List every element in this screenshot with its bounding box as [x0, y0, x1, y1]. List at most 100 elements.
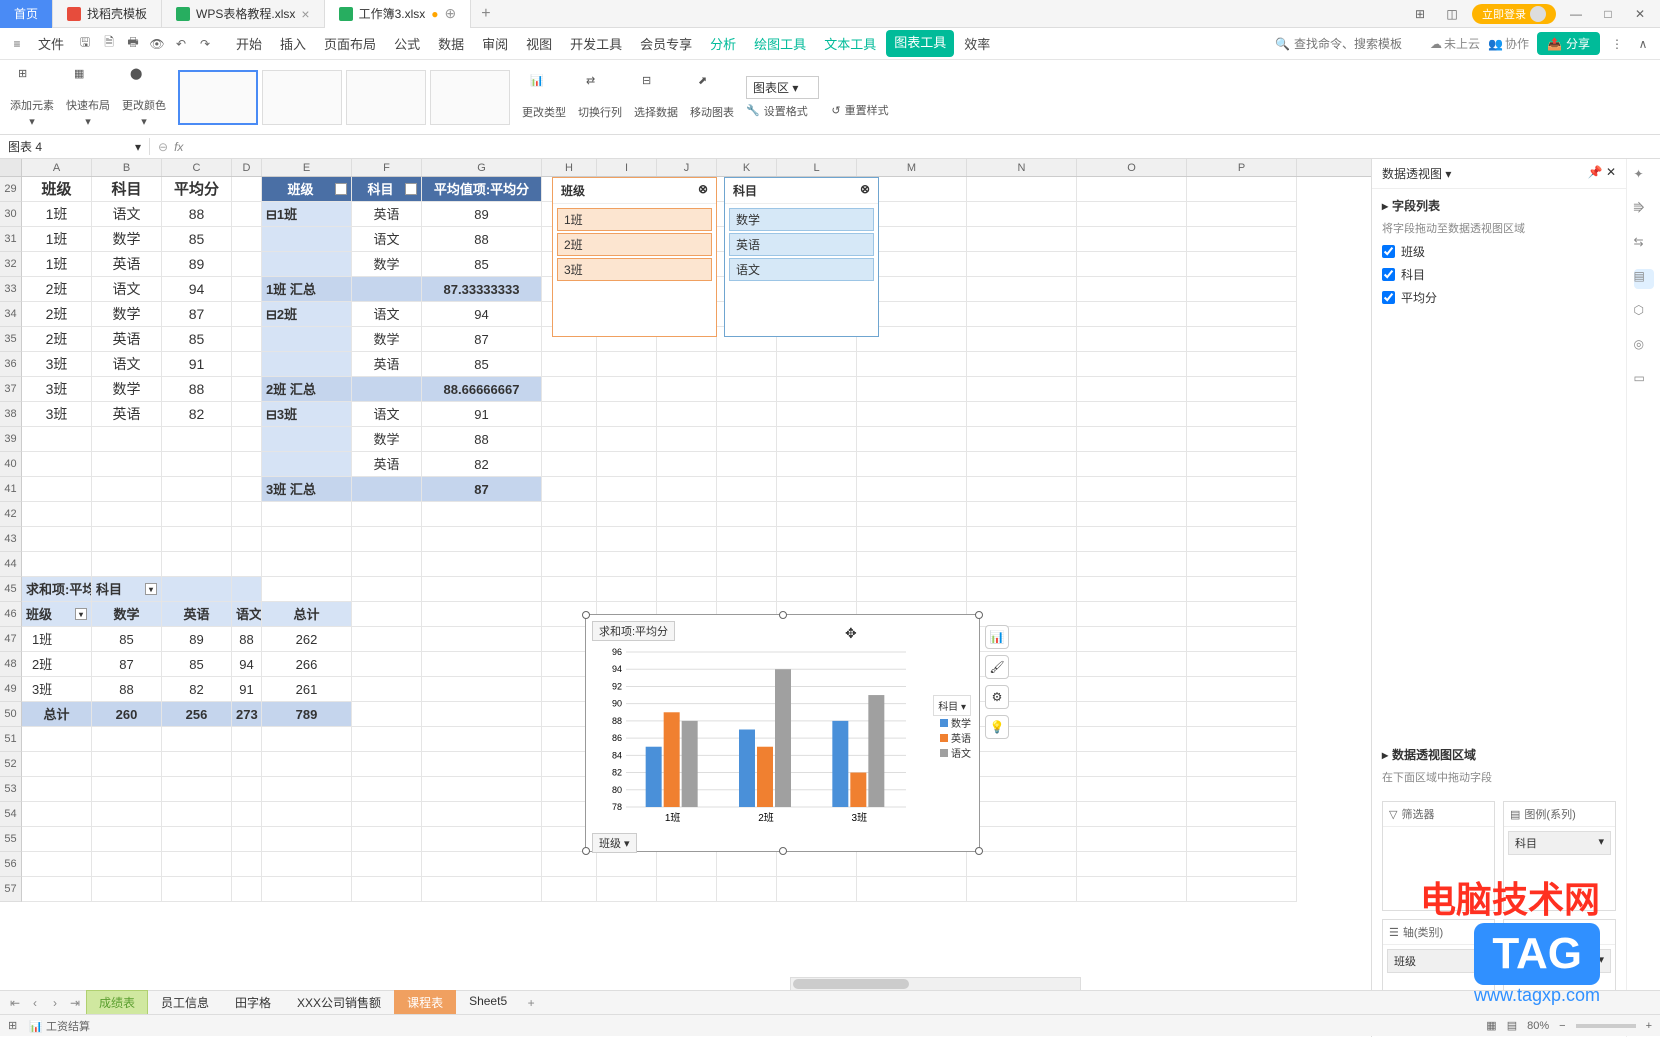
cell[interactable] [967, 677, 1077, 702]
cell[interactable] [92, 727, 162, 752]
rail-icon[interactable]: ✦ [1634, 167, 1654, 187]
cell[interactable]: 数学 [352, 252, 422, 277]
cell[interactable] [352, 552, 422, 577]
clear-filter-icon[interactable]: ⊗ [698, 182, 708, 199]
col-header[interactable]: P [1187, 159, 1297, 176]
cell[interactable]: 班级▾ [22, 602, 92, 627]
quick-layout-button[interactable]: ▦快速布局▾ [66, 67, 110, 128]
chevron-down-icon[interactable]: ▾ [135, 140, 141, 154]
cell[interactable] [92, 452, 162, 477]
cell[interactable] [422, 502, 542, 527]
cell[interactable] [967, 527, 1077, 552]
row-header[interactable]: 52 [0, 752, 22, 777]
cell[interactable] [352, 852, 422, 877]
cell[interactable] [92, 827, 162, 852]
cell[interactable]: 3班 [22, 402, 92, 427]
grid-icon[interactable]: ⊞ [1408, 2, 1432, 26]
col-header[interactable]: M [857, 159, 967, 176]
chart-legend-field[interactable]: 科目 ▾ [933, 695, 971, 716]
cell[interactable] [232, 377, 262, 402]
cell[interactable] [352, 727, 422, 752]
cell[interactable] [22, 852, 92, 877]
cell[interactable]: 94 [422, 302, 542, 327]
chart-ideas-button[interactable]: 💡 [985, 715, 1009, 739]
cell[interactable] [262, 552, 352, 577]
cell[interactable] [857, 427, 967, 452]
cell[interactable] [1187, 727, 1297, 752]
cell[interactable] [352, 502, 422, 527]
row-header[interactable]: 48 [0, 652, 22, 677]
cell[interactable] [542, 502, 597, 527]
first-sheet-icon[interactable]: ⇤ [6, 994, 24, 1012]
cell[interactable] [22, 502, 92, 527]
cell[interactable] [232, 527, 262, 552]
cell[interactable] [162, 877, 232, 902]
field-item[interactable]: 科目 [1382, 263, 1616, 286]
cell[interactable] [1187, 352, 1297, 377]
cell[interactable] [1077, 652, 1187, 677]
cell[interactable] [1077, 827, 1187, 852]
cell[interactable]: 语文 [232, 602, 262, 627]
cell[interactable]: 平均分 [162, 177, 232, 202]
cell[interactable] [422, 802, 542, 827]
cell[interactable] [22, 527, 92, 552]
cell[interactable] [777, 552, 857, 577]
cell[interactable]: ⊟3班 [262, 402, 352, 427]
cell[interactable] [657, 552, 717, 577]
row-header[interactable]: 41 [0, 477, 22, 502]
col-header[interactable]: I [597, 159, 657, 176]
row-header[interactable]: 53 [0, 777, 22, 802]
cell[interactable] [717, 377, 777, 402]
cell[interactable]: 85 [162, 327, 232, 352]
cell[interactable]: 英语 [352, 352, 422, 377]
cell[interactable] [232, 427, 262, 452]
cell[interactable]: 85 [162, 652, 232, 677]
cell[interactable] [1077, 452, 1187, 477]
cell[interactable] [967, 877, 1077, 902]
cell[interactable] [542, 552, 597, 577]
view-page-icon[interactable]: ▤ [1507, 1019, 1517, 1032]
cell[interactable]: 平均值项:平均分 [422, 177, 542, 202]
cell[interactable] [542, 377, 597, 402]
cell[interactable] [542, 877, 597, 902]
cell[interactable] [967, 702, 1077, 727]
collab-button[interactable]: 👥 协作 [1488, 35, 1529, 52]
cell[interactable]: 789 [262, 702, 352, 727]
cell[interactable] [162, 427, 232, 452]
col-header[interactable]: A [22, 159, 92, 176]
style-thumb[interactable] [178, 70, 258, 125]
close-pane-icon[interactable]: ✕ [1606, 165, 1616, 179]
field-checkbox[interactable] [1382, 245, 1395, 258]
cell[interactable] [1077, 177, 1187, 202]
cell[interactable] [232, 877, 262, 902]
sheet-tab[interactable]: 田字格 [222, 990, 284, 1015]
col-header[interactable]: J [657, 159, 717, 176]
cell[interactable] [352, 577, 422, 602]
cell[interactable] [1077, 252, 1187, 277]
row-header[interactable]: 39 [0, 427, 22, 452]
menu-分析[interactable]: 分析 [702, 30, 744, 57]
cell[interactable]: 89 [422, 202, 542, 227]
cell[interactable]: 82 [422, 452, 542, 477]
cell[interactable] [1187, 427, 1297, 452]
cell[interactable] [967, 577, 1077, 602]
cell[interactable] [352, 477, 422, 502]
cell[interactable] [1187, 802, 1297, 827]
slicer-subject[interactable]: 科目⊗ 数学英语语文 [724, 177, 879, 337]
row-header[interactable]: 30 [0, 202, 22, 227]
cell[interactable] [597, 477, 657, 502]
cell[interactable] [1187, 277, 1297, 302]
cell[interactable] [162, 802, 232, 827]
cell[interactable]: 82 [162, 677, 232, 702]
share-button[interactable]: 📤 分享 [1537, 32, 1600, 55]
cell[interactable] [92, 777, 162, 802]
cell[interactable]: 1班 [22, 627, 92, 652]
cell[interactable] [657, 402, 717, 427]
cell[interactable]: 1班 [22, 202, 92, 227]
cell[interactable] [232, 802, 262, 827]
redo-icon[interactable]: ↷ [196, 35, 214, 53]
cell[interactable] [597, 502, 657, 527]
cell[interactable] [92, 852, 162, 877]
save-as-icon[interactable]: 🗎 [100, 35, 118, 53]
cell[interactable] [22, 752, 92, 777]
